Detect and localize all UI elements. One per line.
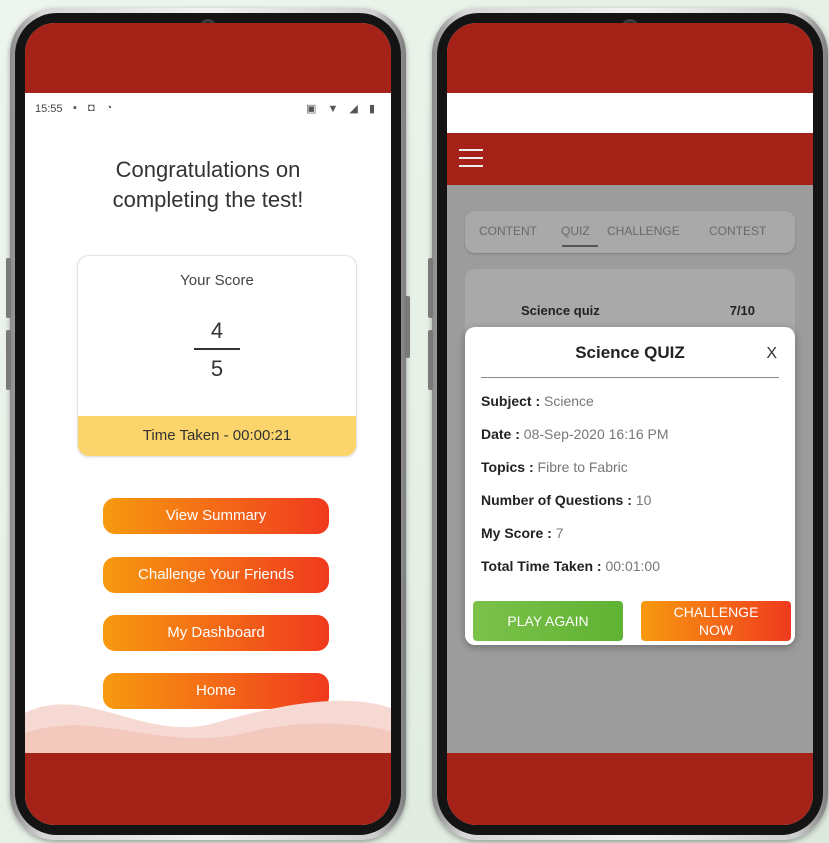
challenge-line-2: NOW <box>698 622 734 638</box>
view-summary-button[interactable]: View Summary <box>103 498 329 534</box>
close-icon[interactable]: X <box>766 345 777 363</box>
top-red-band <box>447 23 813 93</box>
active-tab-indicator <box>562 245 598 247</box>
my-dashboard-button[interactable]: My Dashboard <box>103 615 329 651</box>
my-score-value: 7 <box>555 525 564 541</box>
challenge-now-button[interactable]: CHALLENGE NOW <box>641 601 791 641</box>
time-taken: Time Taken - 00:00:21 <box>78 416 356 456</box>
side-button <box>405 296 410 358</box>
subject-row: Subject : Science <box>481 393 594 409</box>
score-denominator: 5 <box>210 356 224 381</box>
congrats-line-1: Congratulations on <box>115 157 301 182</box>
score-label: Your Score <box>180 272 254 289</box>
subject-value: Science <box>544 393 594 409</box>
system-icons: ▣ ▼ ◢ ▮ <box>306 103 379 115</box>
subject-label: Subject : <box>481 393 541 409</box>
status-bar: 15:55 ▪ ◘ ◔ ▣ ▼ ◢ ▮ <box>25 99 391 121</box>
left-phone: 15:55 ▪ ◘ ◔ ▣ ▼ ◢ ▮ Congratulations on c… <box>6 8 410 840</box>
fraction-bar <box>194 348 240 350</box>
score-card: Your Score 4 5 Time Taken - 00:00:21 <box>77 255 357 457</box>
topics-label: Topics : <box>481 459 534 475</box>
topics-value: Fibre to Fabric <box>537 459 628 475</box>
right-screen: CONTENT QUIZ CHALLENGE CONTEST Science q… <box>447 23 813 825</box>
decorative-waves <box>25 700 391 753</box>
challenge-line-1: CHALLENGE <box>673 604 759 620</box>
my-score-label: My Score : <box>481 525 552 541</box>
quiz-details-dialog: Science QUIZ X Subject : Science Date : … <box>465 327 795 645</box>
tab-challenge[interactable]: CHALLENGE <box>607 224 680 238</box>
challenge-friends-button[interactable]: Challenge Your Friends <box>103 557 329 593</box>
topics-row: Topics : Fibre to Fabric <box>481 459 628 475</box>
status-bar <box>447 93 813 133</box>
quiz-name: Science quiz <box>521 303 600 318</box>
bottom-red-band <box>25 753 391 825</box>
power-button <box>428 330 433 390</box>
hamburger-menu-icon[interactable] <box>459 149 483 173</box>
tab-content[interactable]: CONTENT <box>479 224 537 238</box>
volume-button <box>428 258 433 318</box>
top-red-band <box>25 23 391 93</box>
tab-quiz[interactable]: QUIZ <box>561 224 590 238</box>
questions-label: Number of Questions : <box>481 492 632 508</box>
app-bar <box>447 133 813 185</box>
volume-button <box>6 258 11 318</box>
congrats-line-2: completing the test! <box>112 187 304 212</box>
right-phone: CONTENT QUIZ CHALLENGE CONTEST Science q… <box>428 8 828 840</box>
congrats-heading: Congratulations on completing the test! <box>25 155 391 215</box>
power-button <box>6 330 11 390</box>
tab-bar: CONTENT QUIZ CHALLENGE CONTEST <box>465 211 795 253</box>
date-value: 08-Sep-2020 16:16 PM <box>523 426 669 442</box>
tab-contest[interactable]: CONTEST <box>709 224 766 238</box>
time-label: Total Time Taken : <box>481 558 602 574</box>
date-label: Date : <box>481 426 520 442</box>
left-screen: 15:55 ▪ ◘ ◔ ▣ ▼ ◢ ▮ Congratulations on c… <box>25 23 391 825</box>
quiz-score: 7/10 <box>729 303 755 318</box>
questions-value: 10 <box>635 492 652 508</box>
score-numerator: 4 <box>210 318 224 343</box>
my-score-row: My Score : 7 <box>481 525 564 541</box>
status-time: 15:55 <box>35 103 63 115</box>
play-again-button[interactable]: PLAY AGAIN <box>473 601 623 641</box>
questions-row: Number of Questions : 10 <box>481 492 651 508</box>
date-row: Date : 08-Sep-2020 16:16 PM <box>481 426 669 442</box>
bottom-red-band <box>447 753 813 825</box>
time-row: Total Time Taken : 00:01:00 <box>481 558 660 574</box>
time-value: 00:01:00 <box>605 558 660 574</box>
dialog-title: Science QUIZ <box>575 343 685 362</box>
notification-icons: ▪ ◘ ◔ <box>73 102 117 114</box>
title-divider <box>481 377 779 378</box>
